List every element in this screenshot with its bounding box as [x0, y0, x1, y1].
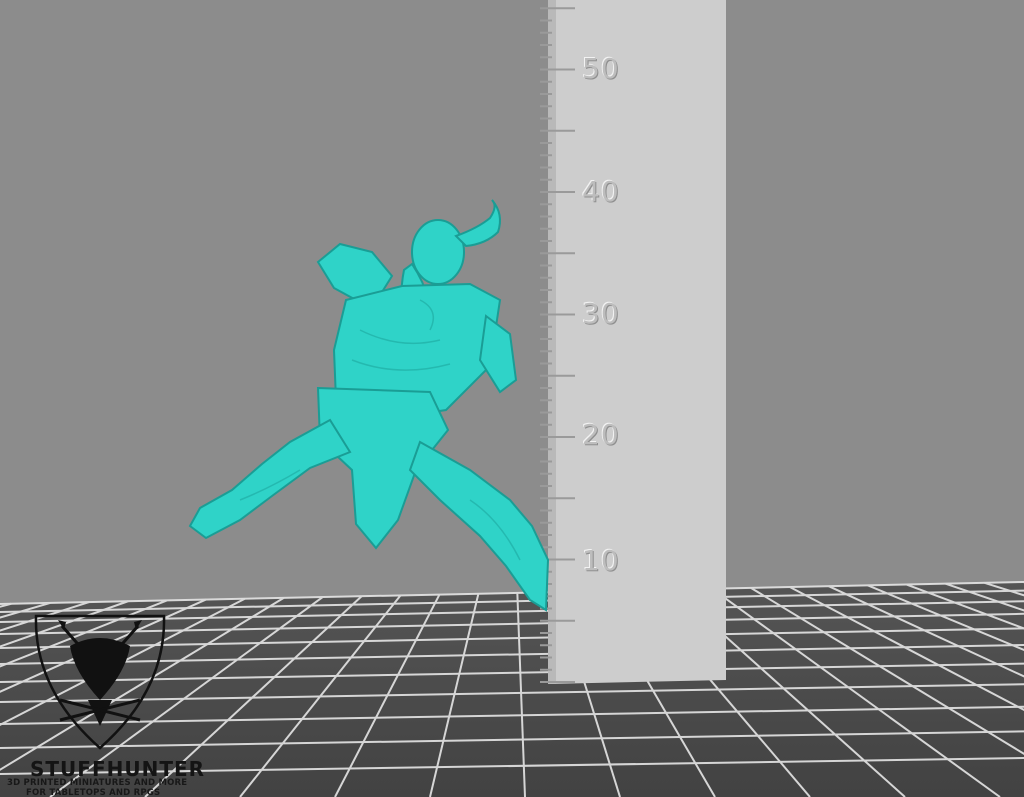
- brand-tagline-line2: FOR TABLETOPS AND RPGS: [26, 788, 161, 797]
- stuffhunter-logo-icon: [34, 614, 166, 750]
- brand-tagline-line1: 3D PRINTED MINIATURES AND MORE: [7, 778, 188, 788]
- 3d-viewport[interactable]: 50 40 30 20 10 STUFFHUNTER 3D PRINTED MI…: [0, 0, 1024, 797]
